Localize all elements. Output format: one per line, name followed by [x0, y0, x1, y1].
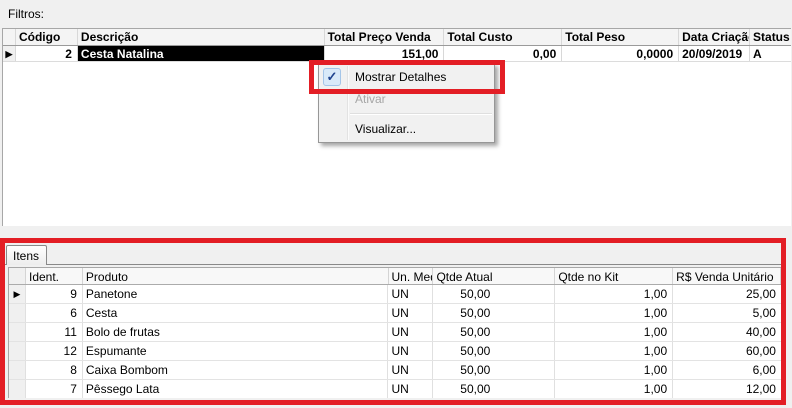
menu-item-visualizar[interactable]: Visualizar... — [319, 118, 494, 140]
column-header-qtde-atual[interactable]: Qtde Atual — [433, 268, 555, 284]
table-row[interactable]: 12EspumanteUN50,001,0060,00 — [9, 342, 781, 361]
menu-item-mostrar-detalhes[interactable]: ✓ Mostrar Detalhes — [319, 66, 494, 88]
cell-venda-unitario[interactable]: 60,00 — [673, 342, 781, 360]
column-header-status[interactable]: Status — [750, 29, 791, 45]
row-selector — [9, 342, 26, 360]
cell-total-preco-venda[interactable]: 151,00 — [325, 46, 445, 61]
cell-ident[interactable]: 9 — [26, 285, 83, 303]
cell-produto[interactable]: Pêssego Lata — [83, 380, 389, 398]
current-row-indicator: ▶ — [9, 285, 26, 303]
cell-qtde-no-kit[interactable]: 1,00 — [555, 342, 673, 360]
cell-qtde-atual[interactable]: 50,00 — [433, 304, 555, 322]
table-row[interactable]: ▶ 9PanetoneUN50,001,0025,00 — [9, 285, 781, 304]
cell-ident[interactable]: 8 — [26, 361, 83, 379]
items-grid-header: Ident. Produto Un. Med. Qtde Atual Qtde … — [9, 268, 781, 285]
column-header-codigo[interactable]: Código — [16, 29, 78, 45]
column-header-produto[interactable]: Produto — [83, 268, 389, 284]
cell-un-med[interactable]: UN — [388, 304, 433, 322]
cell-qtde-no-kit[interactable]: 1,00 — [555, 380, 673, 398]
cell-un-med[interactable]: UN — [388, 342, 433, 360]
cell-produto[interactable]: Panetone — [83, 285, 389, 303]
cell-qtde-atual[interactable]: 50,00 — [433, 285, 555, 303]
menu-item-label: Ativar — [355, 92, 386, 106]
cell-qtde-atual[interactable]: 50,00 — [433, 380, 555, 398]
cell-ident[interactable]: 6 — [26, 304, 83, 322]
table-row[interactable]: 6CestaUN50,001,005,00 — [9, 304, 781, 323]
current-row-indicator: ▶ — [3, 46, 16, 61]
items-grid-body: ▶9PanetoneUN50,001,0025,006CestaUN50,001… — [9, 285, 781, 398]
cell-ident[interactable]: 11 — [26, 323, 83, 341]
row-selector — [9, 380, 26, 398]
column-header-descricao[interactable]: Descrição — [78, 29, 325, 45]
cell-un-med[interactable]: UN — [388, 323, 433, 341]
row-selector — [9, 361, 26, 379]
column-header-qtde-no-kit[interactable]: Qtde no Kit — [555, 268, 673, 284]
column-header-ident[interactable]: Ident. — [26, 268, 83, 284]
cell-produto[interactable]: Cesta — [83, 304, 389, 322]
cell-venda-unitario[interactable]: 25,00 — [673, 285, 781, 303]
cell-qtde-atual[interactable]: 50,00 — [433, 361, 555, 379]
cell-qtde-no-kit[interactable]: 1,00 — [555, 285, 673, 303]
table-row[interactable]: ▶ 2 Cesta Natalina 151,00 0,00 0,0000 20… — [3, 46, 791, 62]
check-icon: ✓ — [323, 68, 341, 86]
menu-item-ativar: Ativar — [319, 88, 494, 110]
cell-descricao-selected[interactable]: Cesta Natalina — [78, 46, 325, 61]
menu-item-label: Mostrar Detalhes — [355, 70, 446, 84]
annotation-red-box-detail-panel: Itens Ident. Produto Un. Med. Qtde Atual… — [0, 238, 786, 405]
column-header-total-custo[interactable]: Total Custo — [444, 29, 562, 45]
cell-codigo[interactable]: 2 — [16, 46, 78, 61]
column-header-un-med[interactable]: Un. Med. — [389, 268, 434, 284]
cell-produto[interactable]: Espumante — [83, 342, 389, 360]
cell-venda-unitario[interactable]: 12,00 — [673, 380, 781, 398]
tab-itens[interactable]: Itens — [6, 245, 47, 265]
cell-un-med[interactable]: UN — [388, 361, 433, 379]
column-header-venda-unitario[interactable]: R$ Venda Unitário — [673, 268, 781, 284]
filters-label: Filtros: — [8, 7, 44, 21]
cell-venda-unitario[interactable]: 6,00 — [673, 361, 781, 379]
cell-venda-unitario[interactable]: 40,00 — [673, 323, 781, 341]
cell-qtde-atual[interactable]: 50,00 — [433, 342, 555, 360]
cell-qtde-no-kit[interactable]: 1,00 — [555, 323, 673, 341]
column-header-data-criacao[interactable]: Data Criação — [679, 29, 750, 45]
row-selector — [9, 304, 26, 322]
context-menu: ✓ Mostrar Detalhes Ativar Visualizar... — [318, 63, 495, 143]
current-row-arrow-icon: ▶ — [14, 289, 21, 299]
current-row-arrow-icon: ▶ — [6, 49, 13, 59]
cell-qtde-atual[interactable]: 50,00 — [433, 323, 555, 341]
cell-ident[interactable]: 12 — [26, 342, 83, 360]
cell-data-criacao[interactable]: 20/09/2019 — [679, 46, 750, 61]
table-row[interactable]: 7Pêssego LataUN50,001,0012,00 — [9, 380, 781, 398]
column-header-total-peso[interactable]: Total Peso — [562, 29, 679, 45]
cell-un-med[interactable]: UN — [388, 285, 433, 303]
row-selector — [9, 323, 26, 341]
row-selector-header — [9, 268, 26, 284]
cell-venda-unitario[interactable]: 5,00 — [673, 304, 781, 322]
cell-produto[interactable]: Bolo de frutas — [83, 323, 389, 341]
cell-qtde-no-kit[interactable]: 1,00 — [555, 304, 673, 322]
cell-produto[interactable]: Caixa Bombom — [83, 361, 389, 379]
master-grid-header: Código Descrição Total Preço Venda Total… — [3, 29, 791, 46]
menu-separator — [350, 113, 492, 115]
menu-item-label: Visualizar... — [355, 122, 416, 136]
table-row[interactable]: 8Caixa BombomUN50,001,006,00 — [9, 361, 781, 380]
cell-status[interactable]: A — [750, 46, 791, 61]
items-grid: Ident. Produto Un. Med. Qtde Atual Qtde … — [8, 267, 781, 398]
column-header-total-preco-venda[interactable]: Total Preço Venda — [325, 29, 445, 45]
cell-qtde-no-kit[interactable]: 1,00 — [555, 361, 673, 379]
table-row[interactable]: 11Bolo de frutasUN50,001,0040,00 — [9, 323, 781, 342]
cell-un-med[interactable]: UN — [388, 380, 433, 398]
cell-ident[interactable]: 7 — [26, 380, 83, 398]
tab-strip-divider — [5, 264, 781, 265]
cell-total-peso[interactable]: 0,0000 — [562, 46, 679, 61]
row-selector-header — [3, 29, 16, 45]
cell-total-custo[interactable]: 0,00 — [444, 46, 562, 61]
